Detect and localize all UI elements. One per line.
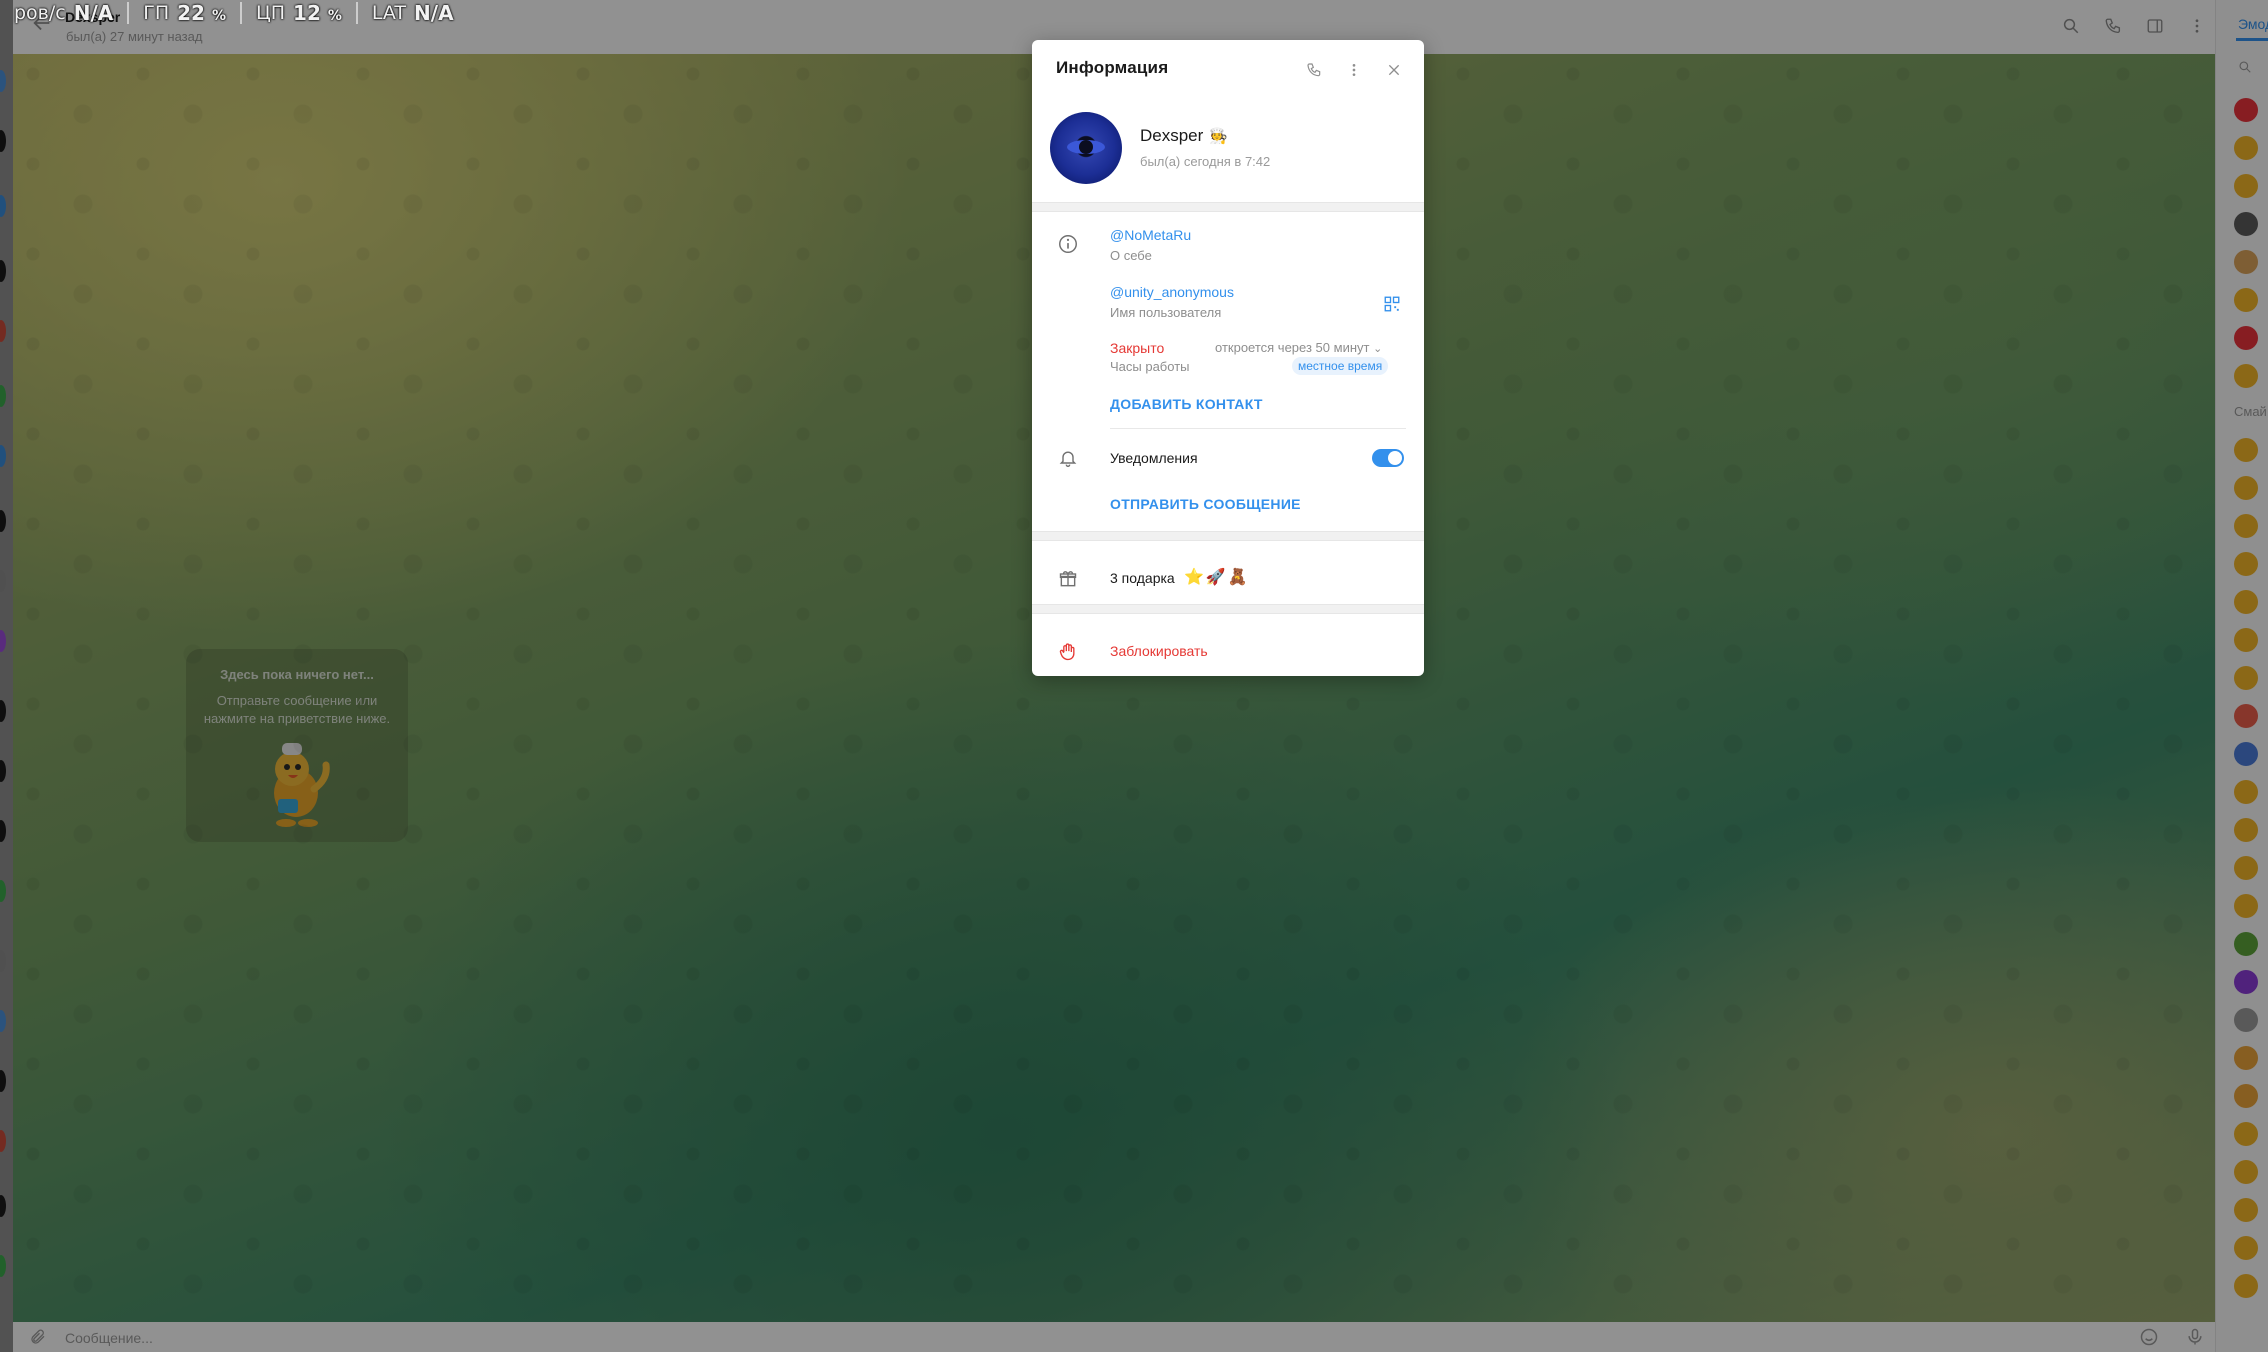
user-info-dialog: Информация Dexsper 🧑‍🍳 был(а) сегодня в 7… bbox=[1032, 40, 1424, 676]
notifications-label: Уведомления bbox=[1110, 450, 1198, 466]
business-hours-state: Закрыто bbox=[1110, 340, 1165, 356]
avatar[interactable] bbox=[1050, 112, 1122, 184]
bio-value[interactable]: @NoMetaRu bbox=[1110, 227, 1191, 243]
info-icon bbox=[1056, 232, 1080, 256]
osd-cpu-number: 12 bbox=[293, 1, 321, 25]
osd-cpu-unit: % bbox=[327, 8, 342, 24]
osd-fps: ров/с N/A bbox=[0, 1, 130, 25]
section-separator bbox=[1032, 202, 1424, 212]
section-separator bbox=[1032, 604, 1424, 614]
osd-latency: LAT N/A bbox=[358, 1, 468, 25]
local-time-toggle[interactable]: местное время bbox=[1292, 357, 1389, 375]
performance-overlay: ров/с N/A ГП 22 % ЦП 12 % LAT N/A bbox=[0, 0, 468, 26]
gift-rocket-icon: 🚀 bbox=[1205, 569, 1226, 586]
dialog-actions bbox=[1302, 58, 1406, 82]
osd-latency-label: LAT bbox=[371, 2, 407, 24]
osd-gpu-unit: % bbox=[211, 8, 226, 24]
profile-name-text: Dexsper bbox=[1140, 126, 1204, 145]
chevron-down-icon: ⌄ bbox=[1373, 343, 1383, 355]
osd-gpu: ГП 22 % bbox=[129, 1, 242, 25]
business-hours-label: Часы работы bbox=[1110, 359, 1190, 374]
send-message-button[interactable]: ОТПРАВИТЬ СООБЩЕНИЕ bbox=[1110, 496, 1301, 512]
block-hand-icon bbox=[1056, 640, 1080, 664]
osd-cpu-label: ЦП bbox=[255, 2, 286, 24]
notifications-toggle[interactable] bbox=[1372, 449, 1404, 467]
profile-name: Dexsper 🧑‍🍳 bbox=[1140, 126, 1228, 146]
add-contact-button[interactable]: ДОБАВИТЬ КОНТАКТ bbox=[1110, 396, 1263, 412]
avatar-pupil bbox=[1079, 140, 1093, 154]
gift-bear-icon: 🧸 bbox=[1227, 569, 1248, 586]
gifts-preview[interactable]: ⭐ 🚀 🧸 bbox=[1184, 567, 1248, 587]
username-value[interactable]: @unity_anonymous bbox=[1110, 284, 1234, 300]
business-hours-opens-text: откроется через 50 минут bbox=[1215, 340, 1370, 355]
emoji-status-icon[interactable]: 🧑‍🍳 bbox=[1209, 127, 1228, 145]
osd-gpu-label: ГП bbox=[143, 2, 170, 24]
business-hours-opens[interactable]: откроется через 50 минут ⌄ bbox=[1215, 340, 1382, 355]
gift-icon bbox=[1056, 567, 1080, 591]
profile-last-seen: был(а) сегодня в 7:42 bbox=[1140, 154, 1271, 169]
dialog-title: Информация bbox=[1056, 58, 1169, 77]
osd-fps-label: ров/с bbox=[14, 2, 66, 24]
osd-gpu-number: 22 bbox=[177, 1, 205, 25]
row-divider bbox=[1110, 428, 1406, 429]
osd-cpu: ЦП 12 % bbox=[242, 1, 358, 25]
call-phone-icon[interactable] bbox=[1302, 58, 1326, 82]
section-separator bbox=[1032, 531, 1424, 541]
toggle-knob bbox=[1388, 451, 1402, 465]
osd-latency-value: N/A bbox=[414, 1, 454, 25]
bell-icon bbox=[1056, 446, 1080, 470]
osd-fps-value: N/A bbox=[73, 1, 114, 25]
gift-star-icon: ⭐ bbox=[1184, 569, 1204, 586]
osd-cpu-value: 12 % bbox=[293, 1, 342, 25]
gifts-label[interactable]: 3 подарка bbox=[1110, 570, 1175, 586]
qr-code-icon[interactable] bbox=[1380, 292, 1404, 316]
more-vertical-icon[interactable] bbox=[1342, 58, 1366, 82]
bio-label: О себе bbox=[1110, 248, 1152, 263]
block-user-button[interactable]: Заблокировать bbox=[1110, 643, 1208, 659]
close-icon[interactable] bbox=[1382, 58, 1406, 82]
username-label: Имя пользователя bbox=[1110, 305, 1222, 320]
osd-gpu-value: 22 % bbox=[177, 1, 226, 25]
